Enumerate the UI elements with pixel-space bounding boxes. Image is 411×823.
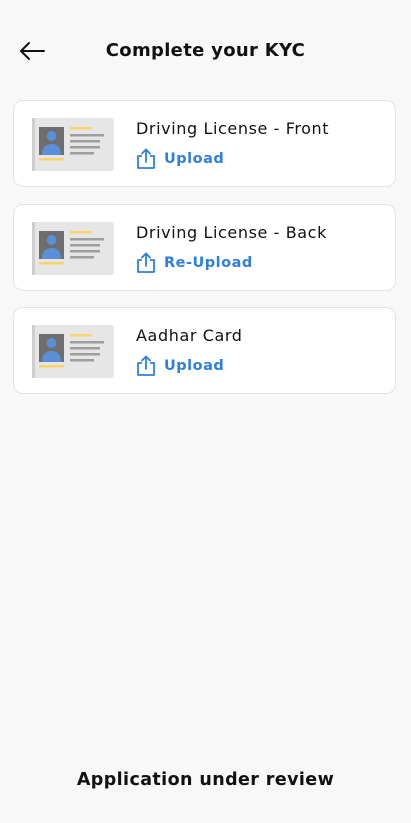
- upload-label: Upload: [164, 151, 225, 167]
- upload-icon: [136, 148, 156, 170]
- upload-button[interactable]: Upload: [136, 147, 224, 171]
- reupload-button[interactable]: Re-Upload: [136, 251, 253, 275]
- document-card-dl-back: Driving License - Back Re-Upload: [13, 204, 396, 291]
- document-card-aadhar: Aadhar Card Upload: [13, 307, 396, 394]
- upload-label: Re-Upload: [164, 255, 253, 271]
- id-card-icon: [32, 222, 114, 275]
- upload-icon: [136, 355, 156, 377]
- page-title: Complete your KYC: [105, 40, 306, 61]
- upload-label: Upload: [164, 358, 225, 374]
- id-card-icon: [32, 118, 114, 171]
- document-card-dl-front: Driving License - Front Upload: [13, 100, 396, 187]
- application-status: Application under review: [76, 770, 335, 790]
- id-card-icon: [32, 325, 114, 378]
- document-label: Aadhar Card: [136, 326, 243, 345]
- document-label: Driving License - Back: [136, 223, 327, 242]
- upload-button[interactable]: Upload: [136, 354, 224, 378]
- upload-icon: [136, 252, 156, 274]
- document-label: Driving License - Front: [136, 119, 330, 138]
- header: Complete your KYC: [0, 0, 411, 104]
